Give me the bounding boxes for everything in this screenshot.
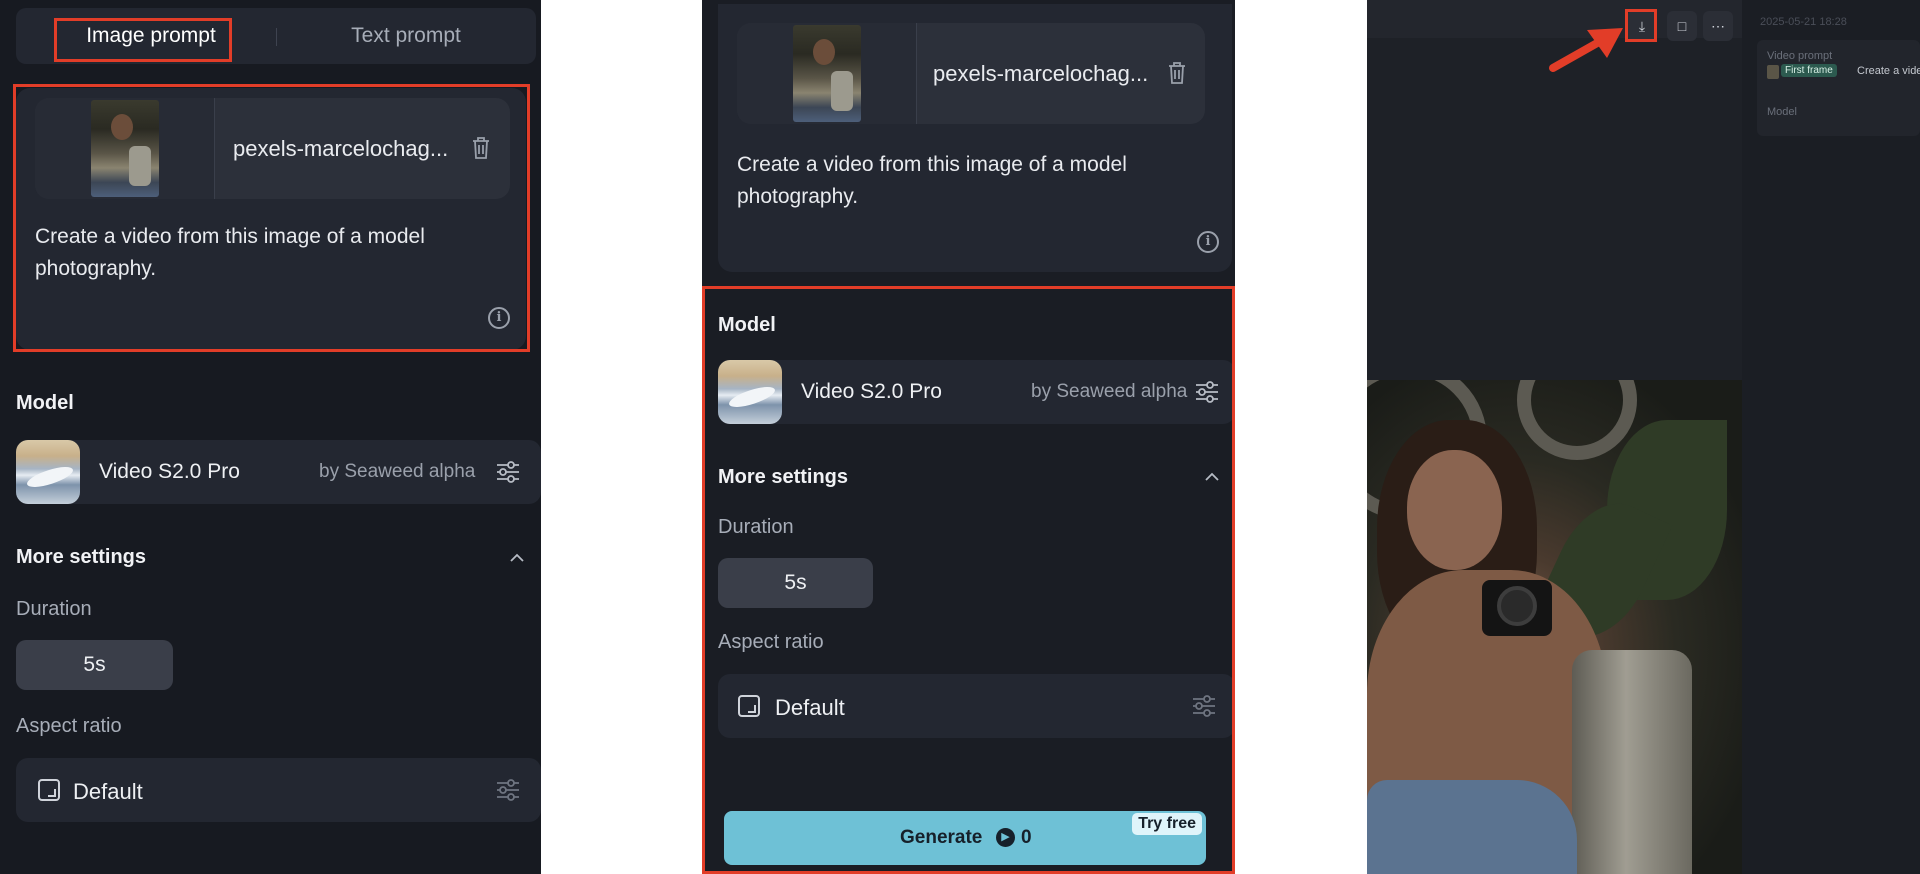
model-heading: Model [718, 314, 776, 336]
video-result-panel: ⤓ □ ⋯ 2025-05-21 18:28 Video prompt Firs… [1367, 0, 1920, 874]
model-label: Model [1767, 106, 1797, 118]
trash-icon[interactable] [471, 136, 491, 160]
aspect-ratio-value: Default [73, 779, 143, 804]
first-frame-tag: First frame [1781, 64, 1837, 77]
subject-jeans [1367, 780, 1577, 874]
file-thumbnail-frame [35, 98, 215, 199]
model-selector[interactable]: Video S2.0 Pro by Seaweed alpha [16, 440, 541, 504]
bookmark-icon[interactable]: □ [1667, 11, 1697, 41]
history-timestamp: 2025-05-21 18:28 [1760, 16, 1847, 28]
model-name: Video S2.0 Pro [99, 460, 240, 483]
duration-option-5s[interactable]: 5s [718, 558, 873, 608]
file-thumbnail [793, 25, 861, 122]
aspect-ratio-selector[interactable]: Default [16, 758, 541, 822]
model-thumbnail [718, 360, 782, 424]
model-provider: by Seaweed alpha [319, 461, 476, 482]
subject-face [1407, 450, 1502, 570]
duration-label: Duration [16, 598, 92, 620]
left-settings-panel: Image prompt Text prompt pexels-marceloc… [0, 0, 541, 874]
model-selector[interactable]: Video S2.0 Pro by Seaweed alpha [718, 360, 1235, 424]
image-prompt-card: pexels-marcelochag... Create a video fro… [16, 88, 526, 350]
aspect-ratio-label: Aspect ratio [16, 715, 122, 737]
sliders-icon[interactable] [1195, 381, 1219, 403]
aspect-ratio-label: Aspect ratio [718, 631, 824, 653]
more-settings-heading[interactable]: More settings [718, 466, 848, 489]
more-icon[interactable]: ⋯ [1703, 11, 1733, 41]
aspect-ratio-icon [738, 695, 760, 717]
image-prompt-card: pexels-marcelochag... Create a video fro… [718, 4, 1232, 272]
tab-image-prompt[interactable]: Image prompt [56, 8, 246, 64]
model-heading: Model [16, 392, 74, 414]
file-name: pexels-marcelochag... [933, 61, 1149, 86]
history-item[interactable]: Video prompt First frame Create a video … [1757, 40, 1920, 136]
model-thumbnail [16, 440, 80, 504]
prompt-text[interactable]: Create a video from this image of a mode… [737, 149, 1177, 213]
arrow-annotation [1549, 28, 1623, 72]
file-thumbnail [91, 100, 159, 197]
info-icon[interactable]: i [1197, 231, 1219, 253]
camera-lens [1497, 586, 1537, 626]
model-provider: by Seaweed alpha [1031, 381, 1188, 402]
duration-option-5s[interactable]: 5s [16, 640, 173, 690]
sliders-icon[interactable] [1192, 695, 1216, 717]
generate-label: Generate [900, 827, 983, 848]
video-prompt-label: Video prompt [1767, 50, 1833, 62]
file-name: pexels-marcelochag... [233, 136, 449, 161]
metal-keg [1572, 650, 1692, 874]
generate-cost: 0 [1021, 827, 1032, 848]
sliders-icon[interactable] [496, 779, 520, 801]
try-free-badge: Try free [1132, 813, 1202, 835]
generate-button[interactable]: Generate ▶ 0 Try free [724, 811, 1206, 865]
more-settings-heading[interactable]: More settings [16, 546, 146, 569]
middle-settings-panel: pexels-marcelochag... Create a video fro… [702, 0, 1235, 874]
aspect-ratio-value: Default [775, 695, 845, 720]
background-ring [1517, 380, 1637, 460]
uploaded-file-row: pexels-marcelochag... [35, 98, 510, 199]
download-icon[interactable]: ⤓ [1627, 11, 1657, 41]
trash-icon[interactable] [1167, 61, 1187, 85]
generated-video-frame[interactable] [1367, 380, 1742, 874]
aspect-ratio-selector[interactable]: Default [718, 674, 1235, 738]
tab-divider [276, 28, 277, 46]
prompt-snippet: Create a video [1857, 65, 1920, 77]
chevron-up-icon[interactable] [510, 551, 524, 565]
model-name: Video S2.0 Pro [801, 380, 942, 403]
duration-label: Duration [718, 516, 794, 538]
info-icon[interactable]: i [488, 307, 510, 329]
credit-icon: ▶ [996, 828, 1015, 847]
chevron-up-icon[interactable] [1205, 470, 1219, 484]
first-frame-thumbnail [1767, 65, 1779, 79]
tab-text-prompt[interactable]: Text prompt [316, 8, 496, 64]
prompt-tab-bar: Image prompt Text prompt [16, 8, 536, 64]
prompt-text[interactable]: Create a video from this image of a mode… [35, 221, 475, 285]
aspect-ratio-icon [38, 779, 60, 801]
file-thumbnail-frame [737, 23, 917, 124]
uploaded-file-row: pexels-marcelochag... [737, 23, 1205, 124]
sliders-icon[interactable] [496, 461, 520, 483]
